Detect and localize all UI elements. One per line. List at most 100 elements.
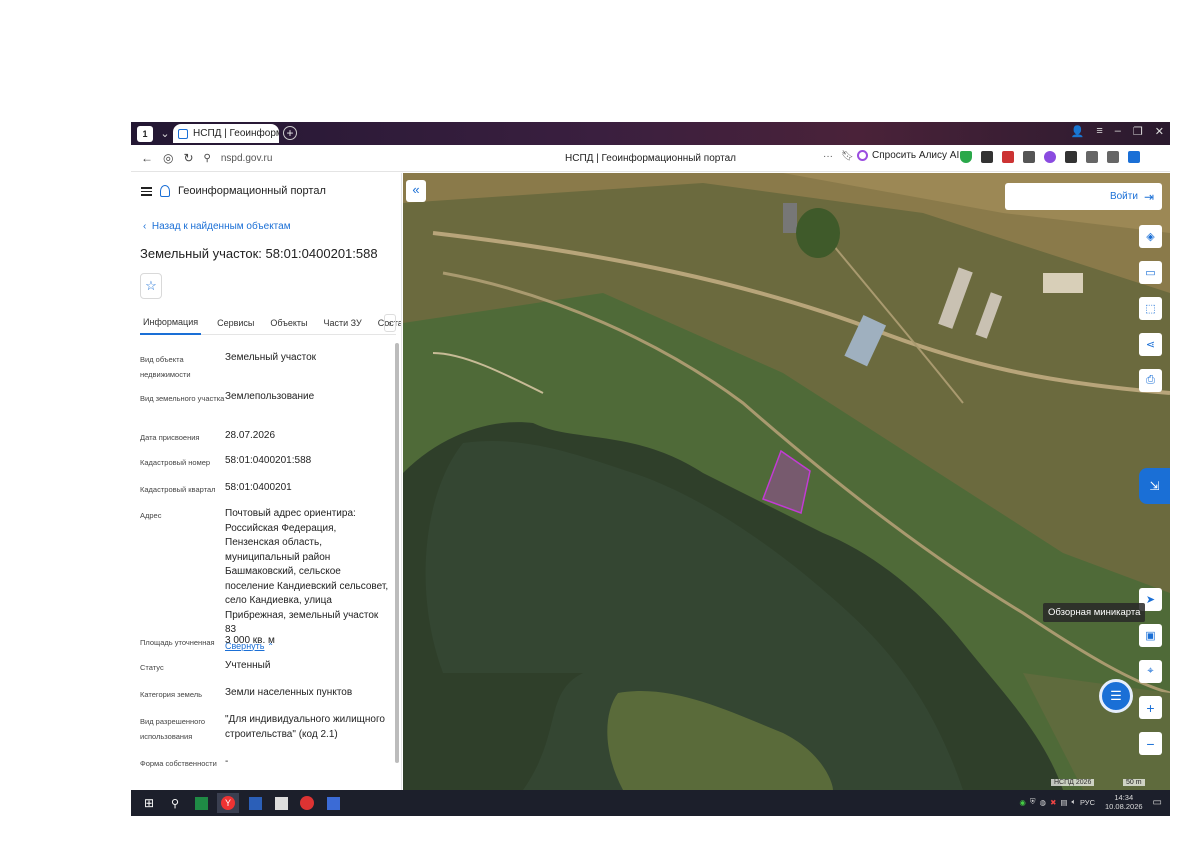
bookmark-icon[interactable]: 🔖︎ [841,151,854,162]
close-window-button[interactable]: ✕ [1155,125,1164,138]
shield-extension-icon[interactable] [960,151,972,163]
chat-button[interactable]: ☰ [1099,679,1133,713]
browser-menu-icon[interactable]: 1 [137,125,153,142]
downloads-icon[interactable] [1128,151,1140,163]
chat-icon: ☰ [1110,688,1122,703]
browser-tab[interactable]: НСПД | Геоинформаци × [173,124,279,143]
favorite-star-button[interactable]: ☆ [140,273,162,299]
zoom-in-button[interactable]: + [1139,696,1162,719]
tabs-dropdown-icon[interactable]: ⌄ [157,126,173,142]
field-value: - [225,756,229,767]
field-key: Площадь уточненная [140,638,215,647]
tray-red-icon[interactable]: ✖ [1050,798,1056,807]
network-icon[interactable]: ▤ [1060,798,1067,807]
yandex-browser-app[interactable]: Y [217,793,239,813]
back-arrow-icon[interactable]: ← [141,151,153,165]
reload-icon[interactable]: ↻ [183,151,193,165]
info-panel: Геоинформационный портал ‹ Назад к найде… [131,173,402,790]
save-app[interactable] [323,793,343,813]
share-button[interactable]: ⋖ [1139,333,1162,356]
tab-title: НСПД | Геоинформаци [193,128,279,139]
extension-c-icon[interactable] [1044,151,1056,163]
ruler-button[interactable]: ▭ [1139,261,1162,284]
minimize-button[interactable]: – [1115,125,1121,138]
map-scale: 50 m [1123,779,1145,786]
language-indicator[interactable]: РУС [1080,798,1095,807]
clock[interactable]: 14:34 10.08.2026 [1105,793,1143,811]
field-value: 58:01:0400201 [225,482,292,493]
side-panel-toggle[interactable]: ⇲ [1139,468,1170,504]
zoom-out-button[interactable]: − [1139,732,1162,755]
field-value: 58:01:0400201:588 [225,455,312,466]
calculator-app[interactable] [271,793,291,813]
field-key: Вид разрешенного использования [140,717,206,741]
field-value: "Для индивидуального жилищного строитель… [225,714,385,740]
screen: 1 ⌄ НСПД | Геоинформаци × + 👤 ≡ – ❐ ✕ ← … [131,122,1170,816]
restore-button[interactable]: ❐ [1133,125,1143,138]
profile-icon[interactable]: 👤 [1071,125,1085,138]
hamburger-menu-icon[interactable] [141,186,152,196]
tab-parts[interactable]: Части ЗУ [324,311,362,335]
back-link-label: Назад к найденным объектам [151,221,291,232]
pin-button[interactable]: ⌖ [1139,660,1162,683]
clock-time: 14:34 [1114,793,1134,802]
extension-a-icon[interactable] [1002,151,1014,163]
more-icon[interactable]: ··· [823,151,833,162]
tray-shield-icon[interactable]: ⛨ [1030,797,1036,807]
tab-info[interactable]: Информация [140,311,202,335]
alice-label: Спросить Алису AI [872,150,960,161]
field-row: Кадастровый квартал 58:01:0400201 [140,481,390,497]
search-button[interactable]: ⚲ [165,793,185,813]
pin-icon: ⌖ [1147,665,1154,677]
info-tabs: Информация Сервисы Объекты Части ЗУ Сост… [140,311,401,335]
field-key: Вид земельного участка [140,394,225,403]
back-link[interactable]: ‹ Назад к найденным объектам [143,221,291,232]
site-info-icon[interactable]: ⚲ [204,153,211,164]
login-label: Войти [1109,191,1138,202]
tab-objects[interactable]: Объекты [270,311,307,335]
satellite-map[interactable]: « Войти ⇥ ◈ ▭ ⬚ ⋖ ⎙ ⇲ ➤ Обзорная миникар… [403,173,1170,790]
calculator-icon [274,796,288,810]
minimap-button[interactable]: ▣ [1139,624,1162,647]
excel-icon [194,796,208,810]
field-key: Статус [140,663,164,672]
extension-d-icon[interactable] [1065,151,1077,163]
field-row: Кадастровый номер 58:01:0400201:588 [140,454,390,470]
tray-green-icon[interactable]: ◉ [1019,798,1026,807]
tabs-next-arrow-icon[interactable]: › [384,314,396,332]
protect-icon[interactable]: ◎ [163,151,173,165]
menu-icon[interactable]: ≡ [1096,125,1102,138]
url-text[interactable]: nspd.gov.ru [221,153,273,164]
volume-icon[interactable]: 🔈︎ [1071,797,1076,807]
extension-k-icon[interactable] [981,151,993,163]
select-area-button[interactable]: ⬚ [1139,297,1162,320]
tab-services[interactable]: Сервисы [217,311,254,335]
floppy-icon [326,796,340,810]
field-row: Вид разрешенного использования "Для инди… [140,713,390,744]
field-value: Землепользование [225,391,315,402]
login-button[interactable]: Войти ⇥ [1005,183,1162,210]
print-button[interactable]: ⎙ [1139,369,1162,392]
excel-app[interactable] [191,793,211,813]
address-bar: ← ◎ ↻ ⚲ nspd.gov.ru НСПД | Геоинформацио… [131,145,1170,172]
field-row: Вид земельного участка Землепользование [140,390,390,406]
layers-button[interactable]: ◈ [1139,225,1162,248]
app-c[interactable] [297,793,317,813]
collections-icon[interactable] [1107,151,1119,163]
collapse-panel-button[interactable]: « [406,180,426,202]
tray-app-icon[interactable]: ◍ [1040,798,1047,807]
field-key: Кадастровый квартал [140,485,216,494]
alice-button[interactable]: Спросить Алису AI [857,150,959,161]
layers-icon: ◈ [1146,231,1155,243]
puzzle-icon[interactable] [1086,151,1098,163]
extension-b-icon[interactable] [1023,151,1035,163]
panel-scrollbar[interactable] [395,343,399,763]
print-icon: ⎙ [1146,374,1155,386]
new-tab-button[interactable]: + [283,126,297,140]
field-value: 3 000 кв. м [225,635,275,646]
word-app[interactable] [245,793,265,813]
windows-start-button[interactable]: ⊞ [139,793,159,813]
sidebar-toggle-icon: ⇲ [1149,479,1160,493]
alice-icon [857,150,868,161]
notifications-icon[interactable]: ▭ [1153,797,1162,808]
